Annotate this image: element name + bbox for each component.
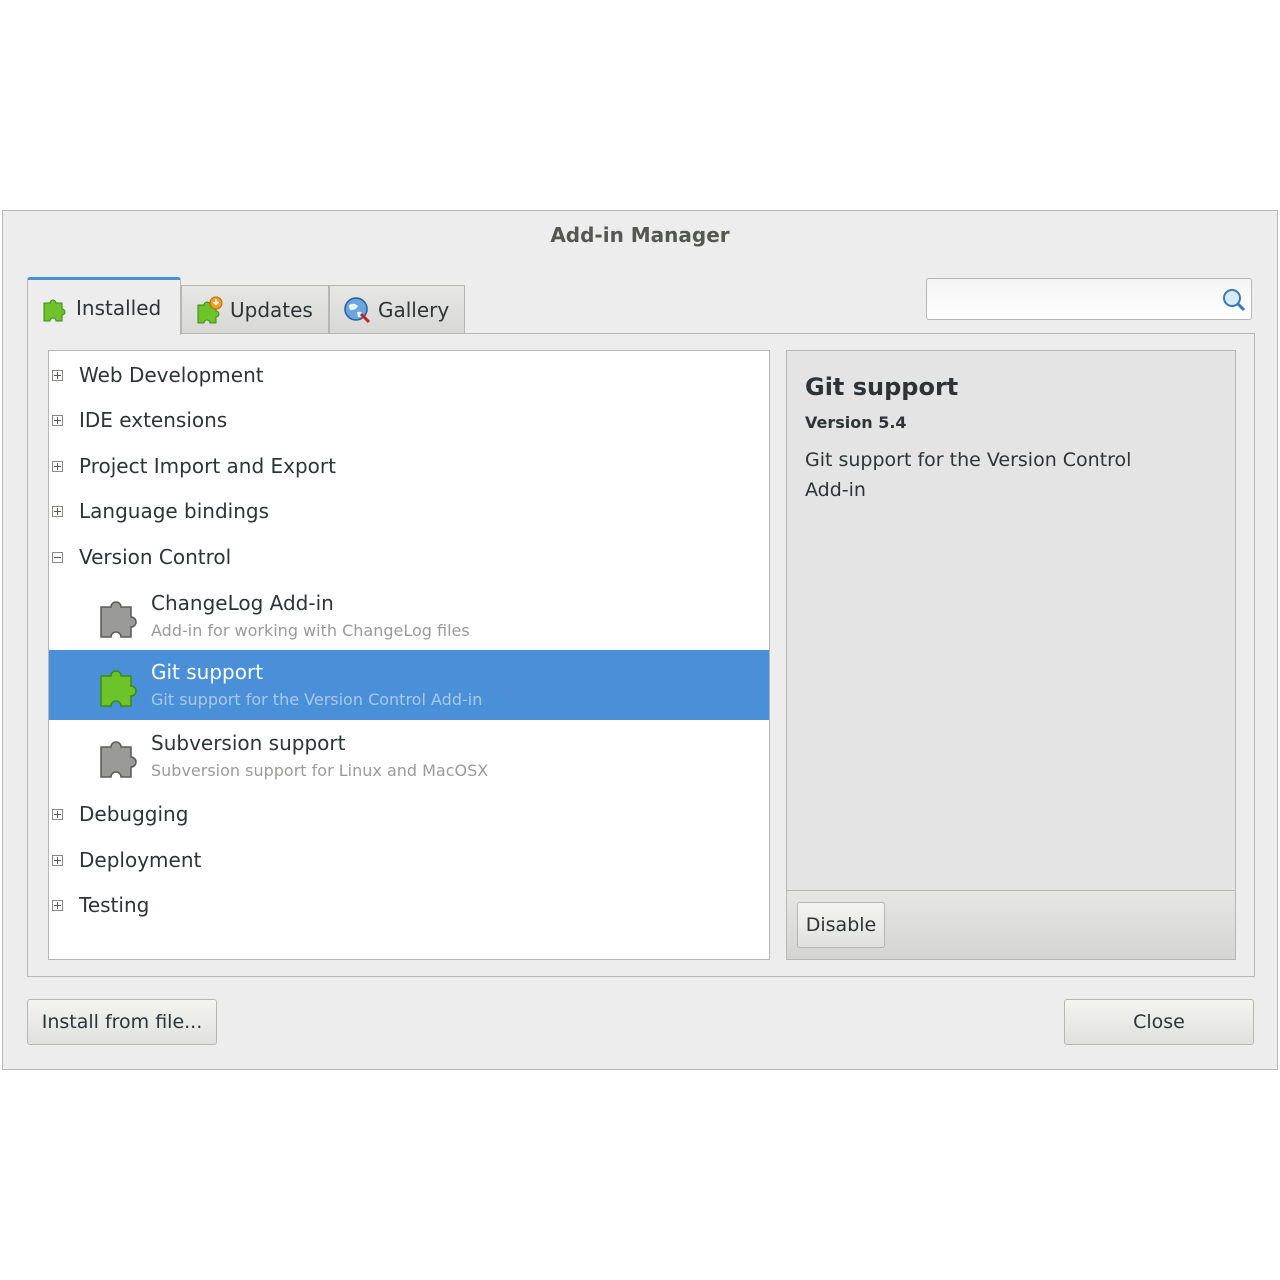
search-box[interactable] — [926, 278, 1252, 320]
addin-subversion[interactable]: Subversion support Subversion support fo… — [49, 721, 769, 791]
expand-icon[interactable] — [52, 808, 63, 820]
addin-description: Subversion support for Linux and MacOSX — [151, 761, 489, 780]
category-label: IDE extensions — [79, 408, 228, 432]
disable-button[interactable]: Disable — [797, 902, 885, 948]
expand-icon[interactable] — [52, 369, 63, 381]
search-icon[interactable] — [1221, 287, 1247, 313]
category-label: Project Import and Export — [79, 454, 336, 478]
addin-description: Add-in for working with ChangeLog files — [151, 621, 470, 640]
category-testing[interactable]: Testing — [49, 883, 769, 927]
expand-icon[interactable] — [52, 460, 63, 472]
category-label: Testing — [79, 893, 150, 917]
addin-git-support[interactable]: Git support Git support for the Version … — [49, 650, 769, 720]
detail-description: Git support for the Version Control Add-… — [805, 449, 1132, 501]
category-web-development[interactable]: Web Development — [49, 353, 769, 397]
category-deployment[interactable]: Deployment — [49, 838, 769, 882]
puzzle-green-icon — [100, 670, 137, 707]
addin-name: Git support — [151, 660, 264, 684]
detail-actions: Disable — [787, 890, 1235, 959]
expand-icon[interactable] — [52, 854, 63, 866]
tab-gallery-label: Gallery — [378, 297, 450, 322]
search-input[interactable] — [933, 285, 1217, 315]
puzzle-disabled-icon — [100, 741, 137, 778]
category-ide-extensions[interactable]: IDE extensions — [49, 398, 769, 442]
tab-installed[interactable]: Installed — [27, 277, 181, 335]
expand-icon[interactable] — [52, 899, 63, 911]
addin-changelog[interactable]: ChangeLog Add-in Add-in for working with… — [49, 581, 769, 651]
addin-name: Subversion support — [151, 731, 346, 755]
category-label: Debugging — [79, 802, 189, 826]
window-title: Add-in Manager — [550, 223, 730, 247]
addin-description: Git support for the Version Control Add-… — [151, 690, 483, 709]
tab-gallery[interactable]: Gallery — [329, 285, 465, 333]
category-label: Web Development — [79, 363, 264, 387]
expand-icon[interactable] — [52, 414, 63, 426]
add-in-manager-window: Add-in Manager Installed Updates Gallery — [2, 210, 1278, 1070]
category-debugging[interactable]: Debugging — [49, 792, 769, 836]
addin-tree: Web Development IDE extensions Project I… — [48, 350, 770, 960]
tab-updates[interactable]: Updates — [181, 285, 329, 333]
globe-icon — [344, 296, 371, 323]
category-language-bindings[interactable]: Language bindings — [49, 489, 769, 533]
addin-name: ChangeLog Add-in — [151, 591, 334, 615]
category-label: Version Control — [79, 545, 232, 569]
installed-panel: Web Development IDE extensions Project I… — [27, 333, 1255, 977]
puzzle-disabled-icon — [100, 601, 137, 638]
detail-title: Git support — [805, 373, 959, 401]
detail-version: Version 5.4 — [805, 413, 907, 432]
addin-detail-panel: Git support Version 5.4 Git support for … — [786, 350, 1236, 960]
install-from-file-button[interactable]: Install from file... — [27, 999, 217, 1045]
collapse-icon[interactable] — [52, 551, 63, 563]
tab-installed-label: Installed — [76, 295, 162, 320]
tab-updates-label: Updates — [230, 297, 313, 322]
puzzle-update-icon — [197, 296, 223, 323]
puzzle-green-icon — [43, 299, 66, 321]
category-project-import-export[interactable]: Project Import and Export — [49, 444, 769, 488]
category-label: Deployment — [79, 848, 202, 872]
expand-icon[interactable] — [52, 505, 63, 517]
category-label: Language bindings — [79, 499, 270, 523]
category-version-control[interactable]: Version Control — [49, 535, 769, 579]
close-button[interactable]: Close — [1064, 999, 1254, 1045]
